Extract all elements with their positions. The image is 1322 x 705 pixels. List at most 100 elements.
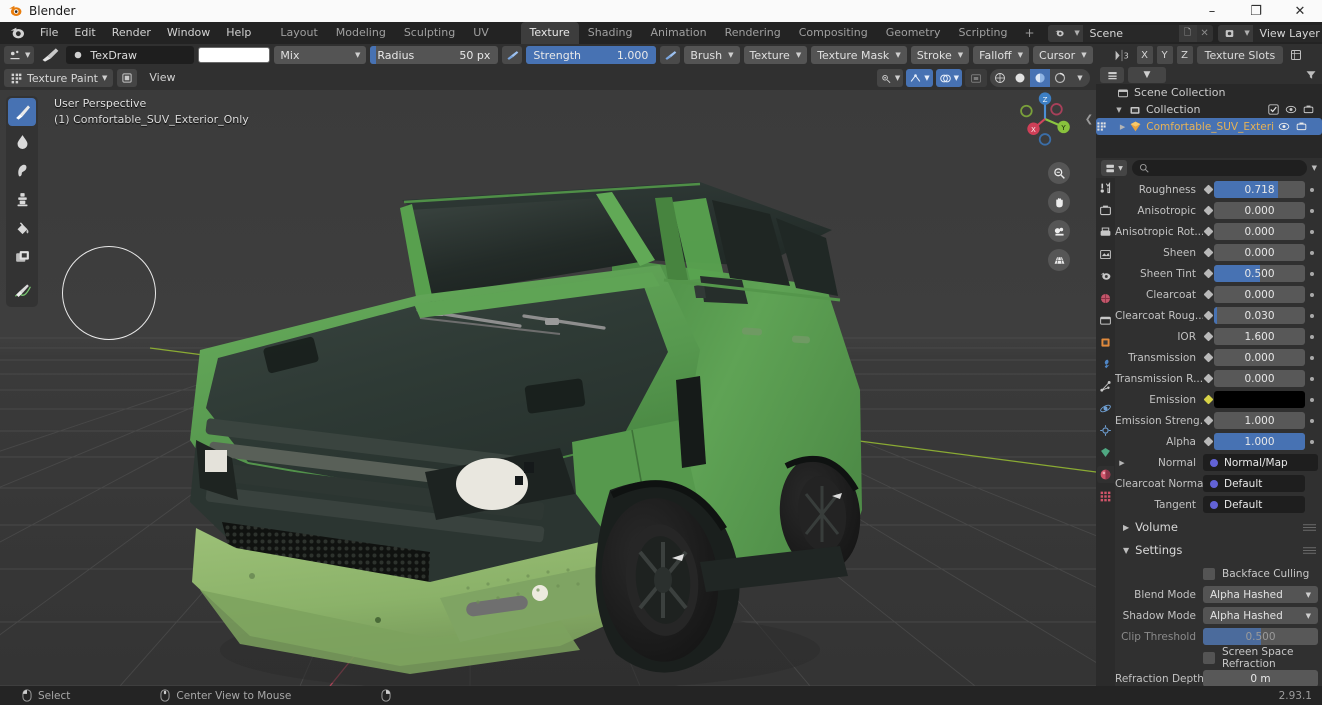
- view-layer-name[interactable]: View Layer: [1252, 24, 1322, 42]
- outliner-editor-type-icon[interactable]: [1100, 67, 1124, 83]
- property-value-slider[interactable]: 0.000: [1214, 244, 1305, 261]
- backface-culling-checkbox[interactable]: [1203, 567, 1215, 580]
- settings-panel-header[interactable]: ▼ Settings: [1115, 540, 1322, 560]
- navigation-gizmo[interactable]: Z Y X: [1014, 88, 1076, 150]
- property-value-slider[interactable]: 1.000: [1214, 412, 1305, 429]
- wireframe-shading-button[interactable]: [990, 69, 1010, 87]
- collection-tab[interactable]: [1097, 312, 1114, 329]
- viewport-gizmo-toggle[interactable]: ▼: [906, 69, 933, 87]
- texture-slots-button[interactable]: Texture Slots: [1196, 46, 1284, 64]
- property-row-sheen-tint[interactable]: Sheen Tint 0.500: [1115, 264, 1322, 283]
- soften-tool[interactable]: [8, 127, 36, 155]
- property-row-blend-mode[interactable]: Blend Mode Alpha Hashed ▼: [1115, 585, 1322, 604]
- smear-tool[interactable]: [8, 156, 36, 184]
- maximize-button[interactable]: ❐: [1234, 0, 1278, 22]
- tab-rendering[interactable]: Rendering: [716, 22, 790, 44]
- animate-property-icon[interactable]: [1305, 376, 1318, 381]
- refraction-depth-field[interactable]: 0 m: [1203, 670, 1318, 686]
- clearcoat-normal-input-field[interactable]: Default: [1203, 475, 1305, 492]
- blend-mode-select[interactable]: Alpha Hashed ▼: [1203, 586, 1318, 603]
- tab-animation[interactable]: Animation: [641, 22, 715, 44]
- menu-help[interactable]: Help: [218, 22, 259, 44]
- viewport-view-menu[interactable]: View: [141, 69, 183, 87]
- input-socket-dot-icon[interactable]: [1203, 205, 1214, 216]
- rendered-shading-button[interactable]: [1050, 69, 1070, 87]
- property-row-clearcoat[interactable]: Clearcoat 0.000: [1115, 285, 1322, 304]
- output-tab[interactable]: [1097, 224, 1114, 241]
- outliner-row-object[interactable]: ▶ Comfortable_SUV_Exteri: [1096, 118, 1322, 135]
- animate-property-icon[interactable]: [1305, 208, 1318, 213]
- texture-menu[interactable]: Texture ▼: [743, 46, 808, 64]
- outliner-row-scene-collection[interactable]: Scene Collection: [1096, 84, 1322, 101]
- material-preview-shading-button[interactable]: [1030, 69, 1050, 87]
- constraints-tab[interactable]: [1097, 422, 1114, 439]
- properties-editor-type-icon[interactable]: ▼: [1101, 160, 1127, 176]
- animate-property-icon[interactable]: [1305, 334, 1318, 339]
- emission-color-swatch[interactable]: [1214, 391, 1305, 408]
- animate-property-icon[interactable]: [1305, 229, 1318, 234]
- material-tab[interactable]: [1097, 466, 1114, 483]
- property-value-slider[interactable]: 0.000: [1214, 223, 1305, 240]
- object-tab[interactable]: [1097, 334, 1114, 351]
- stroke-menu[interactable]: Stroke ▼: [910, 46, 970, 64]
- property-row-alpha[interactable]: Alpha 1.000: [1115, 432, 1322, 451]
- shadow-mode-select[interactable]: Alpha Hashed ▼: [1203, 607, 1318, 624]
- input-socket-dot-icon[interactable]: [1203, 436, 1214, 447]
- brush-menu[interactable]: Brush ▼: [684, 46, 740, 64]
- radius-pressure-toggle[interactable]: [502, 46, 523, 64]
- property-row-emission[interactable]: Emission: [1115, 390, 1322, 409]
- viewport-overlays-toggle[interactable]: ▼: [935, 69, 962, 87]
- tool-tab[interactable]: [1097, 180, 1114, 197]
- tab-layout[interactable]: Layout: [271, 22, 326, 44]
- input-socket-dot-icon[interactable]: [1203, 247, 1214, 258]
- options-icon[interactable]: [1287, 46, 1305, 64]
- draw-brush-tool[interactable]: [8, 98, 36, 126]
- object-data-tab[interactable]: [1097, 444, 1114, 461]
- world-tab[interactable]: [1097, 290, 1114, 307]
- property-row-clearcoat-roughness[interactable]: Clearcoat Roug... 0.030: [1115, 306, 1322, 325]
- modifiers-tab[interactable]: [1097, 356, 1114, 373]
- view-layer-chevron-down-icon[interactable]: ▼: [1241, 24, 1253, 42]
- property-row-screen-space-refraction[interactable]: Screen Space Refraction: [1115, 646, 1322, 670]
- property-row-anisotropic[interactable]: Anisotropic 0.000: [1115, 201, 1322, 220]
- brush-color-swatch[interactable]: [198, 47, 271, 63]
- animate-property-icon[interactable]: [1305, 397, 1318, 402]
- property-value-slider[interactable]: 0.000: [1214, 370, 1305, 387]
- perspective-grid-icon[interactable]: [1048, 249, 1070, 271]
- camera-render-icon[interactable]: [1303, 104, 1314, 115]
- properties-search-input[interactable]: [1132, 160, 1307, 176]
- outliner-row-collection[interactable]: ▼ Collection: [1096, 101, 1322, 118]
- animate-property-icon[interactable]: [1305, 292, 1318, 297]
- sidebar-collapse-arrow-icon[interactable]: ❮: [1084, 106, 1094, 132]
- property-value-slider[interactable]: 1.600: [1214, 328, 1305, 345]
- camera-render-icon[interactable]: [1296, 121, 1307, 132]
- 3d-viewport[interactable]: Texture Paint ▼ View ▼ ▼ ▼ ▼ User Perspe…: [0, 66, 1096, 686]
- input-socket-dot-icon[interactable]: [1203, 310, 1214, 321]
- strength-pressure-toggle[interactable]: [660, 46, 681, 64]
- scene-tab[interactable]: [1097, 268, 1114, 285]
- volume-panel-header[interactable]: ▶ Volume: [1115, 517, 1322, 537]
- input-socket-dot-icon[interactable]: [1203, 268, 1214, 279]
- screen-space-refraction-checkbox[interactable]: [1203, 651, 1215, 664]
- physics-tab[interactable]: [1097, 400, 1114, 417]
- expand-triangle-icon[interactable]: ▶: [1115, 459, 1129, 467]
- property-row-sheen[interactable]: Sheen 0.000: [1115, 243, 1322, 262]
- property-value-slider[interactable]: 0.718: [1214, 181, 1305, 198]
- annotate-tool[interactable]: [8, 277, 36, 305]
- animate-property-icon[interactable]: [1305, 250, 1318, 255]
- brush-preset-selector[interactable]: ▼: [4, 46, 35, 64]
- property-row-roughness[interactable]: Roughness 0.718: [1115, 180, 1322, 199]
- tab-scripting[interactable]: Scripting: [950, 22, 1017, 44]
- property-row-shadow-mode[interactable]: Shadow Mode Alpha Hashed ▼: [1115, 606, 1322, 625]
- tab-sculpting[interactable]: Sculpting: [395, 22, 464, 44]
- view-layer-datablock[interactable]: ▼ View Layer 🗋 ✕: [1217, 24, 1322, 42]
- property-row-backface-culling[interactable]: Backface Culling: [1115, 564, 1322, 583]
- properties-editor[interactable]: ▼ ▼ Roughness 0.718 Anisotropic 0.000 An…: [1096, 158, 1322, 686]
- scene-datablock[interactable]: ▼ Scene 🗋 ✕: [1047, 24, 1213, 42]
- tab-geometry-nodes[interactable]: Geometry Nodes: [877, 22, 950, 61]
- property-row-tangent[interactable]: Tangent Default: [1115, 495, 1322, 514]
- properties-options-chevron-icon[interactable]: ▼: [1312, 164, 1317, 172]
- input-socket-dot-icon[interactable]: [1203, 226, 1214, 237]
- xray-toggle[interactable]: [965, 69, 987, 87]
- animate-property-icon[interactable]: [1305, 313, 1318, 318]
